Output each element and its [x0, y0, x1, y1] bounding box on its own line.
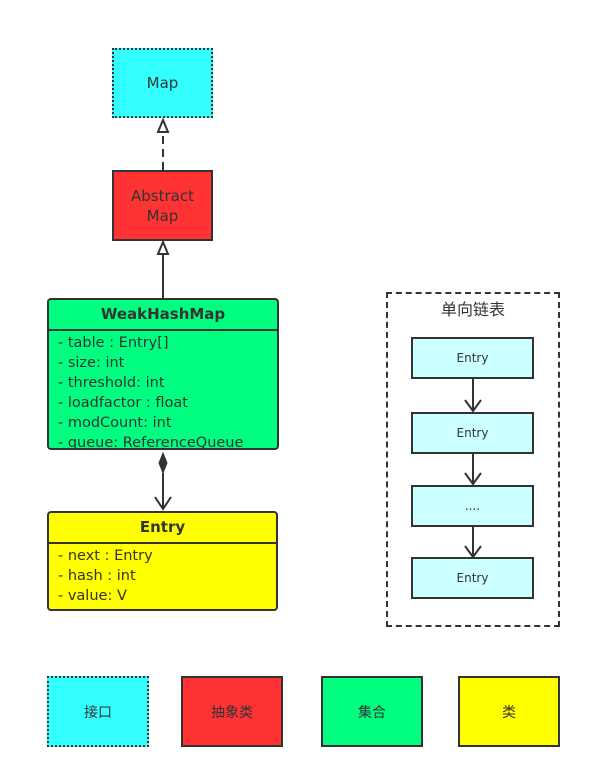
legend-label: 类	[502, 704, 516, 721]
attribute-row: - hash : int	[58, 568, 136, 584]
map-label: Map	[146, 74, 179, 92]
list-node-label: Entry	[456, 351, 489, 365]
legend-interface: 接口	[47, 676, 149, 747]
entry-class-node[interactable]: Entry - next : Entry - hash : int - valu…	[47, 511, 278, 611]
attribute-row: - queue: ReferenceQueue	[58, 435, 244, 450]
weakhashmap-attributes: - table : Entry[] - size: int - threshol…	[49, 331, 277, 450]
abstract-map-label-line-2: Map	[146, 206, 179, 225]
hollow-arrowhead-icon	[156, 239, 170, 255]
abstract-map-node[interactable]: Abstract Map	[112, 170, 213, 241]
list-node[interactable]: Entry	[411, 337, 534, 379]
list-node[interactable]: ....	[411, 485, 534, 527]
attribute-row: - table : Entry[]	[58, 335, 169, 351]
weakhashmap-class-node[interactable]: WeakHashMap - table : Entry[] - size: in…	[47, 298, 279, 450]
attribute-row: - size: int	[58, 355, 125, 371]
list-node-label: Entry	[456, 426, 489, 440]
attribute-row: - modCount: int	[58, 415, 172, 431]
legend-label: 抽象类	[211, 704, 253, 721]
hollow-arrowhead-icon	[156, 117, 170, 133]
attribute-row: - value: V	[58, 588, 127, 604]
legend-label: 集合	[358, 704, 386, 721]
list-node[interactable]: Entry	[411, 412, 534, 454]
entry-class-name: Entry	[49, 513, 276, 544]
entry-attributes: - next : Entry - hash : int - value: V	[49, 544, 276, 606]
linked-list-title: 单向链表	[440, 300, 505, 319]
legend-abstract-class: 抽象类	[181, 676, 283, 747]
legend-collection: 集合	[321, 676, 423, 747]
attribute-row: - next : Entry	[58, 548, 153, 564]
legend-class: 类	[458, 676, 560, 747]
map-interface-node[interactable]: Map	[112, 48, 213, 118]
filled-diamond-icon	[158, 451, 168, 475]
list-node-label: ....	[464, 499, 481, 513]
weakhashmap-class-name: WeakHashMap	[49, 300, 277, 331]
attribute-row: - threshold: int	[58, 375, 165, 391]
abstract-map-label-line-1: Abstract	[131, 186, 194, 205]
legend-label: 接口	[84, 704, 112, 721]
list-node-label: Entry	[456, 571, 489, 585]
attribute-row: - loadfactor : float	[58, 395, 188, 411]
list-node[interactable]: Entry	[411, 557, 534, 599]
